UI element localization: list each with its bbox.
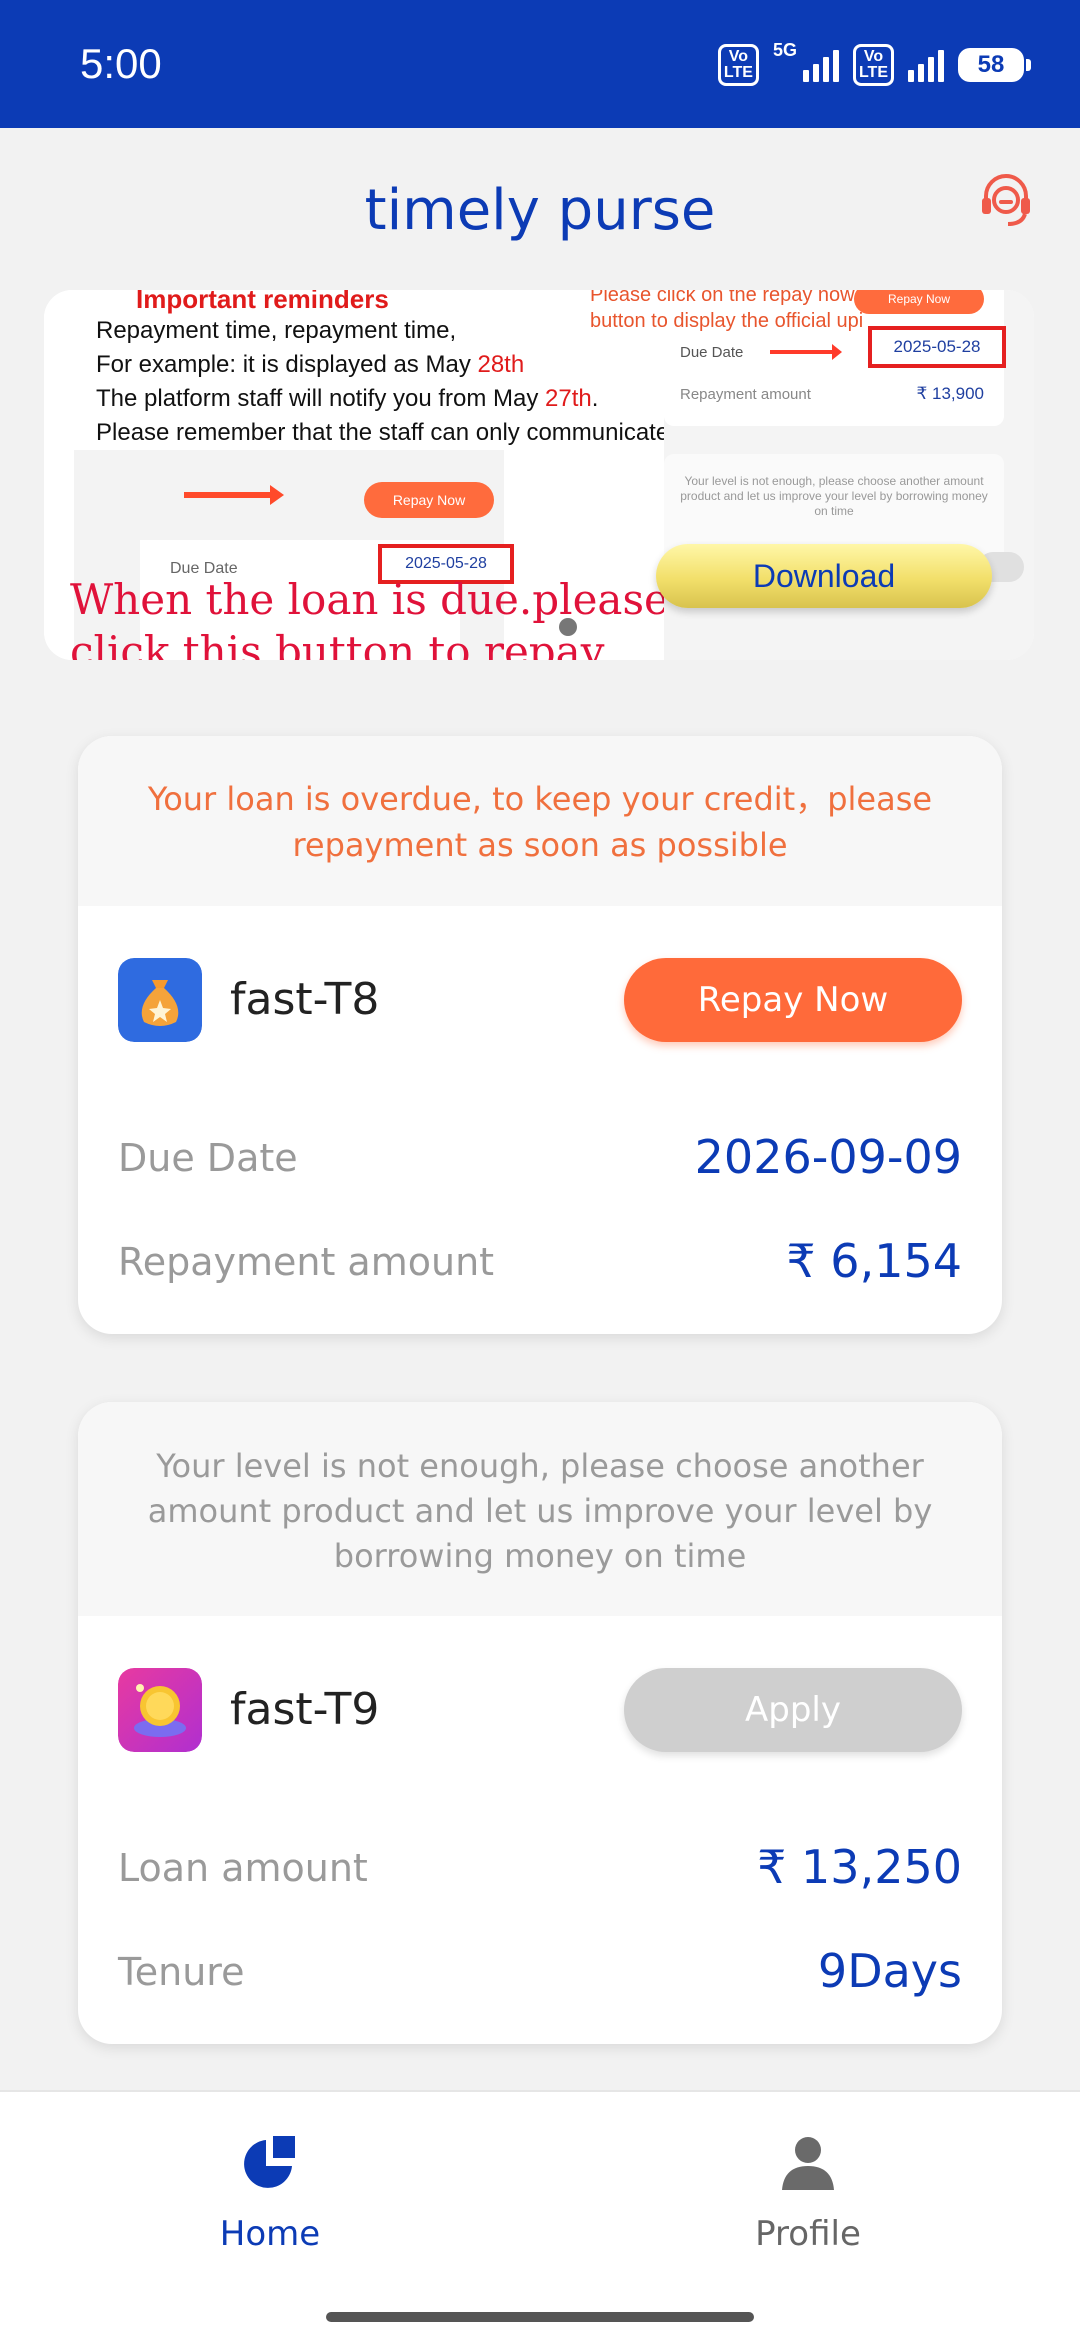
signal-strength-icon <box>802 48 839 82</box>
repayment-amount-row: Repayment amount ₹ 6,154 <box>118 1234 962 1300</box>
status-time: 5:00 <box>80 40 162 87</box>
network-type-label: 5G <box>772 40 797 60</box>
battery-icon: 58 <box>958 48 1031 82</box>
repayment-amount-label: Repayment amount <box>118 1240 495 1284</box>
product-name: fast-T8 <box>230 974 380 1025</box>
person-icon <box>782 2137 834 2190</box>
reminder-title: Important reminders <box>136 290 389 314</box>
upi-note-line-2: button to display the official upi <box>590 310 864 332</box>
due-date-row: Due Date 2026-09-09 <box>118 1130 962 1196</box>
upi-repay-button: Repay Now <box>854 290 984 314</box>
product-row: fast-T9 Apply <box>78 1616 1002 1756</box>
upi-note: Please click on the repay now button to … <box>590 290 863 334</box>
due-date-value: 2026-09-09 <box>694 1130 962 1184</box>
volte-icon-2: Vo LTE <box>852 44 894 86</box>
carousel-indicator-dot <box>559 618 577 636</box>
due-date-label: Due Date <box>118 1136 298 1180</box>
banner-instruction: When the loan is due.please click this b… <box>70 575 669 660</box>
volte-icon: Vo LTE <box>717 44 759 86</box>
nav-home-label: Home <box>219 2214 321 2254</box>
banner-left-panel: Important reminders Repayment time, repa… <box>44 290 979 660</box>
upi-amount-label: Repayment amount <box>680 386 811 403</box>
overdue-notice: Your loan is overdue, to keep your credi… <box>78 736 1002 906</box>
headset-icon[interactable] <box>976 170 1036 230</box>
loan-amount-row: Loan amount ₹ 13,250 <box>118 1840 962 1906</box>
download-button[interactable]: Download <box>656 544 992 608</box>
promo-banner[interactable]: Important reminders Repayment time, repa… <box>44 290 1034 660</box>
pie-chart-icon <box>244 2136 295 2188</box>
nav-item-home[interactable]: Home <box>120 2132 420 2254</box>
tenure-row: Tenure 9Days <box>118 1944 962 2010</box>
coin-icon <box>118 1668 202 1752</box>
home-indicator[interactable] <box>326 2312 754 2322</box>
mini-repay-button: Repay Now <box>364 482 494 518</box>
upi-amount: ₹ 13,900 <box>916 384 984 403</box>
app-header: timely purse <box>0 128 1080 288</box>
money-bag-icon <box>118 958 202 1042</box>
arrow-right-icon <box>770 344 842 360</box>
bottom-navigation: Home Profile <box>0 2090 1080 2340</box>
tenure-label: Tenure <box>118 1950 245 1994</box>
battery-level: 58 <box>977 51 1005 78</box>
upi-due-label: Due Date <box>680 344 744 361</box>
repay-now-button[interactable]: Repay Now <box>624 958 962 1042</box>
banner-level-text: Your level is not enough, please choose … <box>680 474 988 518</box>
loan-card-overdue: Your loan is overdue, to keep your credi… <box>78 736 1002 1334</box>
upi-note-line-1: Please click on the repay now <box>590 290 855 306</box>
nav-item-profile[interactable]: Profile <box>658 2132 958 2254</box>
app-title: timely purse <box>364 178 716 243</box>
loan-card-locked: Your level is not enough, please choose … <box>78 1402 1002 2044</box>
tenure-value: 9Days <box>817 1944 962 1998</box>
apply-button[interactable]: Apply <box>624 1668 962 1752</box>
level-notice: Your level is not enough, please choose … <box>78 1402 1002 1616</box>
product-name: fast-T9 <box>230 1684 380 1735</box>
nav-profile-label: Profile <box>755 2214 861 2254</box>
status-bar: 5:00 Vo LTE 5G Vo LTE 58 <box>0 0 1080 128</box>
repayment-amount-value: ₹ 6,154 <box>786 1234 962 1288</box>
loan-amount-value: ₹ 13,250 <box>757 1840 962 1894</box>
upi-due-date: 2025-05-28 <box>868 326 1006 368</box>
signal-strength-icon-2 <box>908 48 944 82</box>
arrow-right-icon <box>184 485 284 505</box>
loan-amount-label: Loan amount <box>118 1846 368 1890</box>
status-icons: Vo LTE 5G Vo LTE 58 <box>717 40 1031 86</box>
product-row: fast-T8 Repay Now <box>78 906 1002 1046</box>
